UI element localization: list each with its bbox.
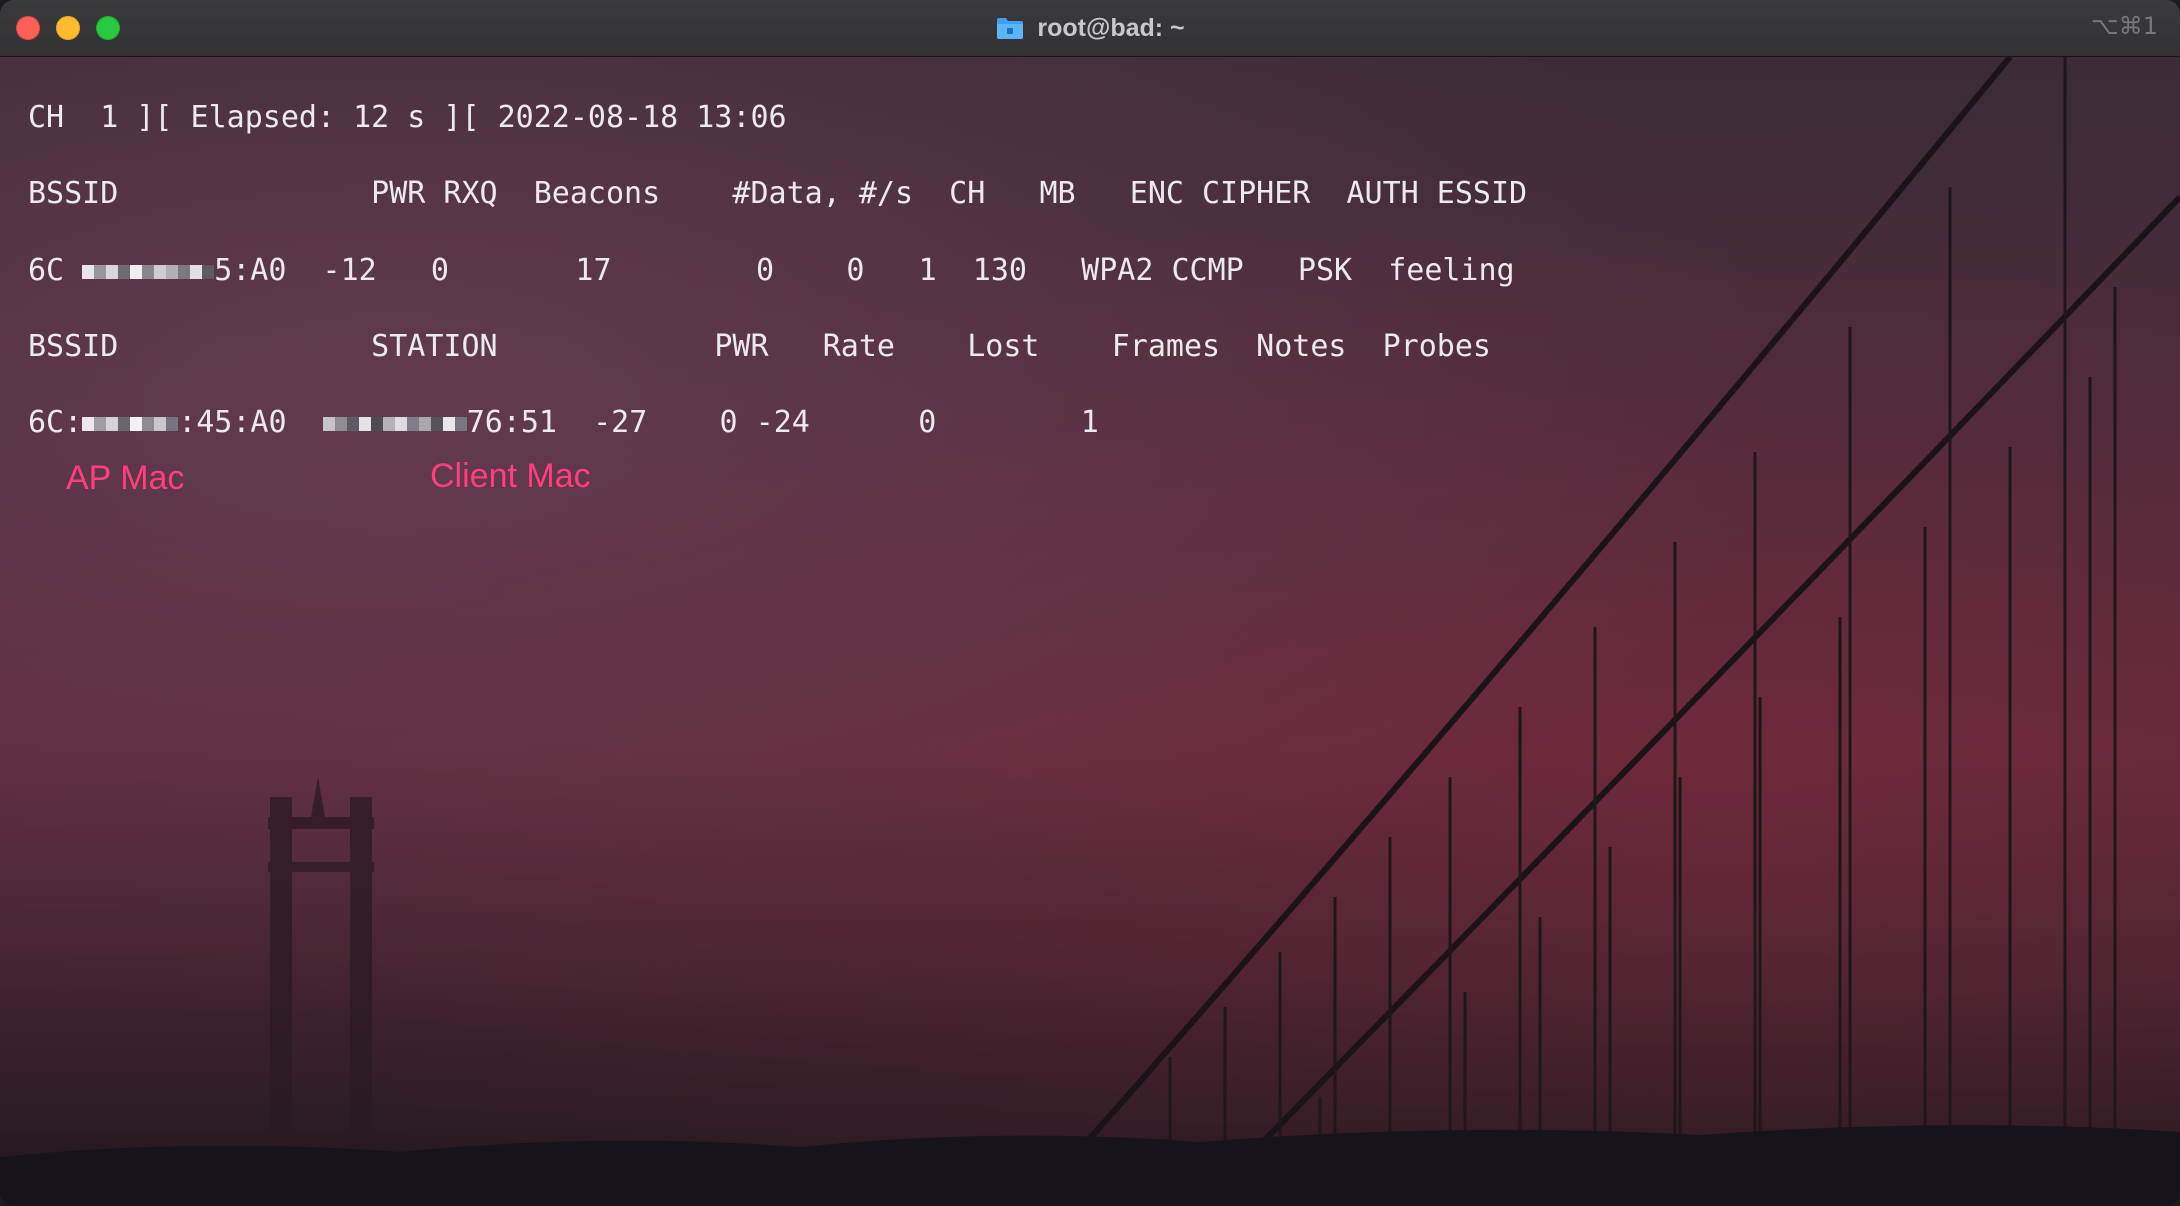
station-mac-suffix: 76:51 bbox=[466, 405, 557, 440]
status-line: CH 1 ][ Elapsed: 12 s ][ 2022-08-18 13:0… bbox=[28, 100, 787, 135]
folder-icon bbox=[995, 15, 1025, 41]
station-bssid-suffix: :45:A0 bbox=[178, 405, 287, 440]
ap-row: 6C 5:A0 -12 0 17 0 0 1 130 WPA2 CCMP PSK… bbox=[28, 253, 1515, 288]
minimize-button[interactable] bbox=[56, 16, 80, 40]
close-button[interactable] bbox=[16, 16, 40, 40]
redacted-mac bbox=[322, 405, 467, 440]
station-table-header: BSSID STATION PWR Rate Lost Frames Notes… bbox=[28, 329, 1491, 364]
ap-row-values: -12 0 17 0 0 1 130 WPA2 CCMP PSK feeling bbox=[286, 253, 1515, 288]
ap-mac-annotation: AP Mac bbox=[66, 459, 185, 497]
client-mac-annotation: Client Mac bbox=[430, 457, 591, 495]
ap-bssid-prefix: 6C bbox=[28, 253, 65, 288]
maximize-button[interactable] bbox=[96, 16, 120, 40]
station-row-values: -27 0 -24 0 1 bbox=[557, 405, 1099, 440]
station-row: 6C: :45:A0 76:51 -27 0 -24 0 1 bbox=[28, 405, 1099, 440]
window-shortcut: ⌥⌘1 bbox=[2091, 12, 2158, 40]
window-title: root@bad: ~ bbox=[1037, 13, 1185, 42]
terminal-area[interactable]: CH 1 ][ Elapsed: 12 s ][ 2022-08-18 13:0… bbox=[0, 57, 2180, 1206]
title-bar[interactable]: root@bad: ~ ⌥⌘1 bbox=[0, 0, 2180, 57]
station-bssid-prefix: 6C: bbox=[28, 405, 83, 440]
ap-bssid-suffix: 5:A0 bbox=[214, 253, 287, 288]
terminal-window: root@bad: ~ ⌥⌘1 CH 1][Elapsed: 12 s][… bbox=[0, 0, 2180, 1206]
ap-table-header: BSSID PWR RXQ Beacons #Data, #/s CH MB E… bbox=[28, 176, 1528, 211]
redacted-mac bbox=[82, 405, 179, 440]
bridge-wallpaper bbox=[0, 57, 2180, 1206]
redacted-mac bbox=[82, 253, 215, 288]
